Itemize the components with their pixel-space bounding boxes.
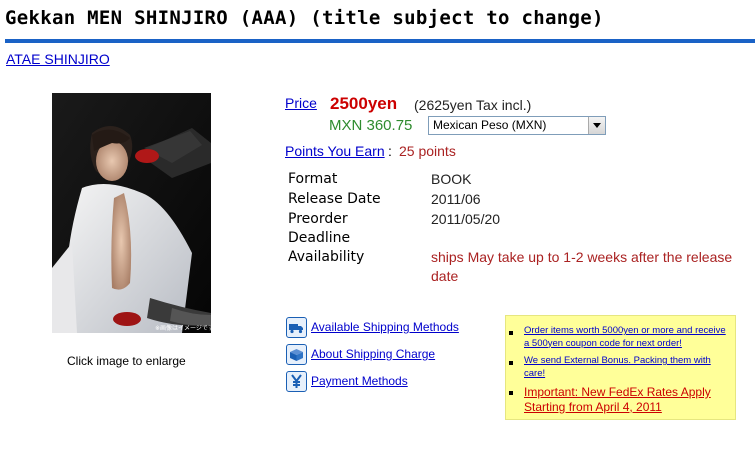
spec-label-release-date: Release Date — [288, 191, 381, 207]
price-link[interactable]: Price — [285, 95, 317, 111]
price-value: 2500yen — [330, 94, 398, 113]
points-link[interactable]: Points You Earn — [285, 143, 385, 159]
spec-value-preorder-deadline: 2011/05/20 — [431, 211, 501, 227]
spec-label-availability: Availability — [288, 249, 365, 265]
artist-link[interactable]: ATAE SHINJIRO — [6, 51, 110, 67]
currency-select[interactable]: Mexican Peso (MXN) — [428, 116, 606, 135]
product-image[interactable]: ※画像はイメージです。 — [52, 93, 211, 333]
package-icon — [286, 344, 307, 365]
chevron-down-icon[interactable] — [588, 117, 605, 134]
notice-box: Order items worth 5000yen or more and re… — [505, 315, 736, 420]
points-colon: : — [388, 143, 392, 159]
price-tax-note: (2625yen Tax incl.) — [414, 97, 532, 113]
spec-value-availability: ships May take up to 1-2 weeks after the… — [431, 249, 733, 284]
converted-price: MXN 360.75 — [329, 117, 413, 134]
points-value: 25 points — [399, 143, 456, 159]
notice-fedex-link[interactable]: Important: New FedEx Rates Apply Startin… — [512, 385, 730, 415]
notice-bonus-link[interactable]: We send External Bonus. Packing them wit… — [512, 355, 730, 380]
enlarge-caption: Click image to enlarge — [67, 354, 186, 368]
spec-label-format: Format — [288, 171, 338, 187]
available-shipping-methods-link[interactable]: Available Shipping Methods — [311, 320, 459, 334]
page-title: Gekkan MEN SHINJIRO (AAA) (title subject… — [5, 7, 604, 29]
currency-selected-value: Mexican Peso (MXN) — [433, 118, 547, 132]
payment-methods-link[interactable]: Payment Methods — [311, 374, 408, 388]
notice-coupon-link[interactable]: Order items worth 5000yen or more and re… — [512, 325, 730, 350]
photo-watermark: ※画像はイメージです。 — [155, 324, 211, 332]
about-shipping-charge-link[interactable]: About Shipping Charge — [311, 347, 435, 361]
truck-icon — [286, 317, 307, 338]
spec-value-release-date: 2011/06 — [431, 191, 481, 207]
spec-label-preorder-deadline: Preorder Deadline — [288, 211, 351, 246]
title-divider — [5, 39, 755, 43]
yen-icon — [286, 371, 307, 392]
spec-value-format: BOOK — [431, 171, 472, 187]
